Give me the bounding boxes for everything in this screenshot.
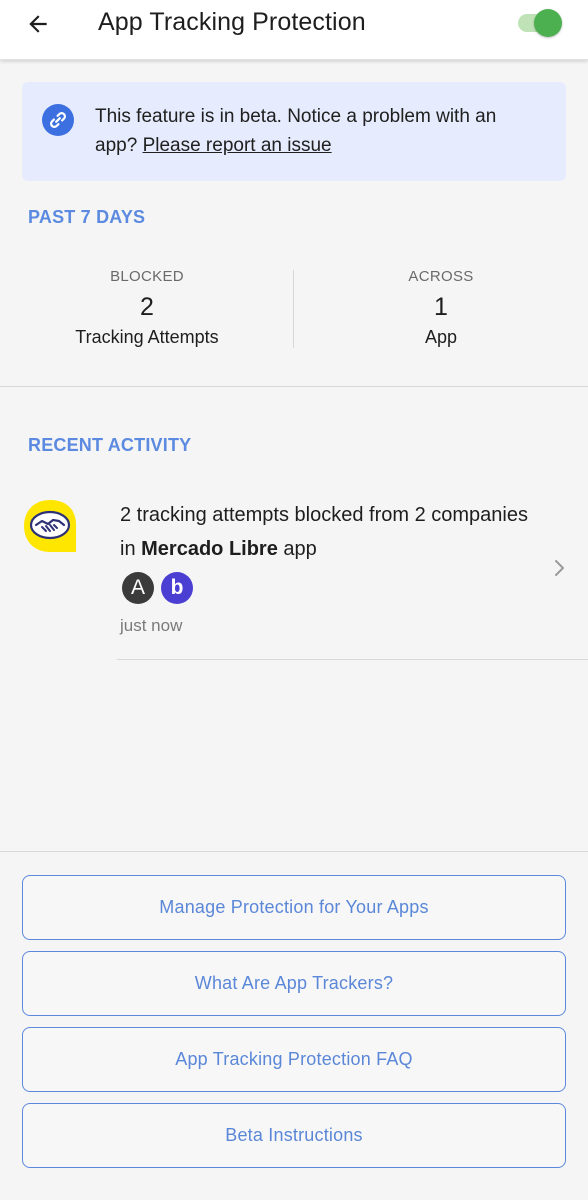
what-are-app-trackers-button[interactable]: What Are App Trackers?: [22, 951, 566, 1016]
beta-banner: This feature is in beta. Notice a proble…: [22, 82, 566, 181]
blocked-stat: BLOCKED 2 Tracking Attempts: [0, 268, 294, 348]
recent-activity-heading: RECENT ACTIVITY: [28, 435, 192, 455]
mercado-libre-logo: [22, 498, 78, 554]
across-count: 1: [434, 293, 448, 321]
buttons-divider: [0, 851, 588, 852]
protection-toggle[interactable]: [514, 8, 566, 38]
faq-button[interactable]: App Tracking Protection FAQ: [22, 1027, 566, 1092]
section-divider: [0, 386, 588, 387]
across-label: App: [424, 327, 458, 347]
across-stat: ACROSS 1 App: [294, 268, 588, 348]
activity-item[interactable]: 2 tracking attempts blocked from 2 compa…: [0, 480, 588, 660]
app-bar: App Tracking Protection: [0, 0, 588, 60]
beta-instructions-button[interactable]: Beta Instructions: [22, 1103, 566, 1168]
tracker-badges: A b: [122, 572, 193, 604]
chevron-right-icon: [555, 560, 564, 576]
page-title: App Tracking Protection: [98, 8, 366, 36]
arrow-left-icon: [29, 15, 47, 33]
beta-notice-text: This feature is in beta. Notice a proble…: [95, 102, 535, 160]
blocked-count: 2: [140, 293, 154, 321]
back-button[interactable]: [14, 6, 62, 42]
toggle-thumb: [534, 9, 562, 37]
link-icon: [42, 104, 74, 136]
past-7-days-heading: PAST 7 DAYS: [28, 207, 146, 227]
manage-protection-button[interactable]: Manage Protection for Your Apps: [22, 875, 566, 940]
activity-description: 2 tracking attempts blocked from 2 compa…: [120, 498, 540, 566]
report-issue-link[interactable]: Please report an issue: [143, 135, 332, 156]
tracker-badge-b: b: [161, 572, 193, 604]
activity-text-suffix: app: [283, 538, 317, 560]
activity-timestamp: just now: [120, 616, 183, 635]
across-caption: ACROSS: [408, 268, 474, 285]
activity-app-name: Mercado Libre: [141, 538, 278, 560]
blocked-caption: BLOCKED: [110, 268, 184, 285]
tracker-badge-a: A: [122, 572, 154, 604]
blocked-label: Tracking Attempts: [75, 327, 219, 347]
activity-divider: [117, 659, 588, 660]
